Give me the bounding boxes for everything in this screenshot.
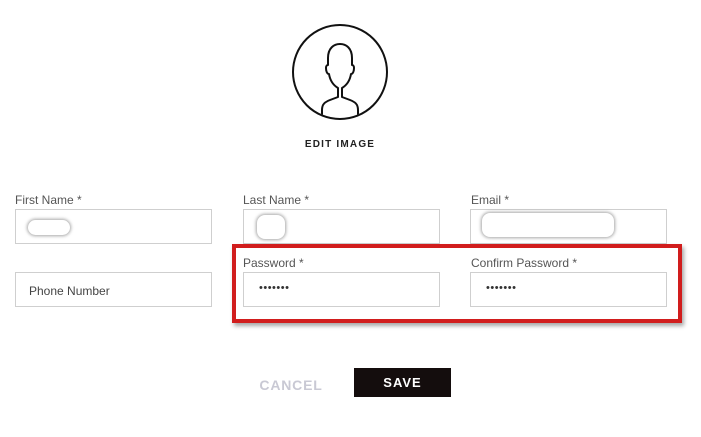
redaction-overlay	[257, 215, 285, 239]
highlight-box	[232, 244, 682, 323]
first-name-field[interactable]	[15, 209, 212, 244]
email-field[interactable]	[470, 209, 667, 244]
redaction-overlay	[482, 213, 614, 237]
phone-number-field[interactable]: Phone Number	[15, 272, 212, 307]
email-label: Email *	[471, 193, 510, 207]
save-button[interactable]: SAVE	[354, 368, 451, 397]
cancel-button[interactable]: CANCEL	[245, 374, 337, 396]
last-name-field[interactable]	[243, 209, 440, 244]
first-name-label: First Name *	[15, 193, 82, 207]
phone-number-placeholder: Phone Number	[29, 284, 110, 298]
redaction-overlay	[28, 220, 70, 235]
last-name-label: Last Name *	[243, 193, 310, 207]
user-silhouette-icon	[321, 43, 359, 118]
edit-image-link[interactable]: EDIT IMAGE	[290, 139, 390, 150]
avatar[interactable]	[292, 24, 388, 120]
